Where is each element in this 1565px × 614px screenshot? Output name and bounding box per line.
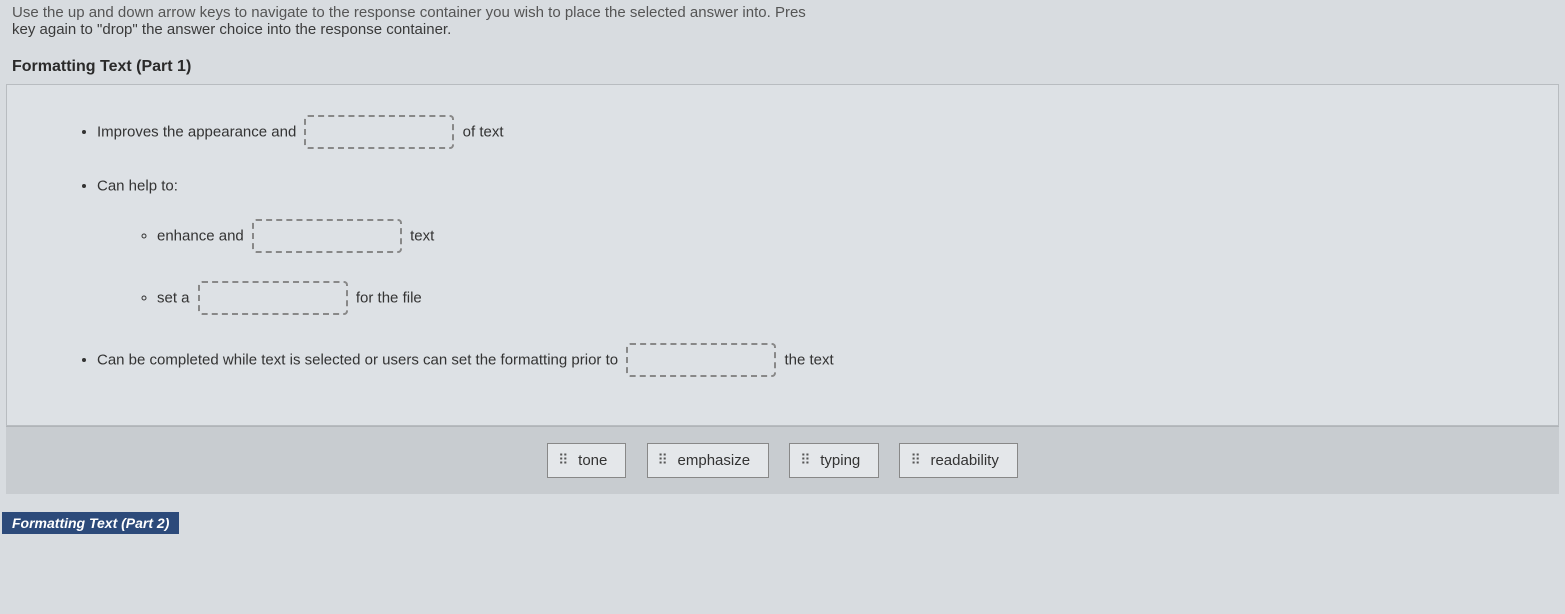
bullet-1-pre: Improves the appearance and: [97, 124, 296, 141]
bullet-3-post: the text: [784, 351, 833, 368]
bullet-2b: set a for the file: [157, 281, 1518, 315]
answer-choice-typing[interactable]: typing: [789, 443, 879, 478]
drop-target-3[interactable]: [198, 281, 348, 315]
answer-choice-tone[interactable]: tone: [547, 443, 626, 478]
instructions-line: key again to "drop" the answer choice in…: [12, 21, 451, 38]
bullet-2b-post: for the file: [356, 289, 422, 306]
bullet-1-post: of text: [463, 124, 504, 141]
bullet-2: Can help to: enhance and text set a for …: [97, 177, 1518, 315]
footer-tab[interactable]: Formatting Text (Part 2): [2, 512, 179, 534]
section-title: Formatting Text (Part 1): [0, 46, 1565, 84]
bullet-3-pre: Can be completed while text is selected …: [97, 351, 618, 368]
bullet-1: Improves the appearance and of text: [97, 115, 1518, 149]
answer-choice-emphasize[interactable]: emphasize: [647, 443, 770, 478]
instructions-top-partial: Use the up and down arrow keys to naviga…: [12, 4, 1553, 21]
bullet-2a-pre: enhance and: [157, 227, 244, 244]
bullet-2a: enhance and text: [157, 219, 1518, 253]
bullet-3: Can be completed while text is selected …: [97, 343, 1518, 377]
drop-target-2[interactable]: [252, 219, 402, 253]
answer-choice-readability[interactable]: readability: [899, 443, 1017, 478]
instructions-text: Use the up and down arrow keys to naviga…: [0, 0, 1565, 46]
drop-target-4[interactable]: [626, 343, 776, 377]
bullet-2a-post: text: [410, 227, 434, 244]
bullet-2-text: Can help to:: [97, 178, 178, 195]
answer-bank: tone emphasize typing readability: [6, 426, 1559, 494]
bullet-2b-pre: set a: [157, 289, 190, 306]
drop-target-1[interactable]: [304, 115, 454, 149]
question-container: Improves the appearance and of text Can …: [6, 84, 1559, 426]
